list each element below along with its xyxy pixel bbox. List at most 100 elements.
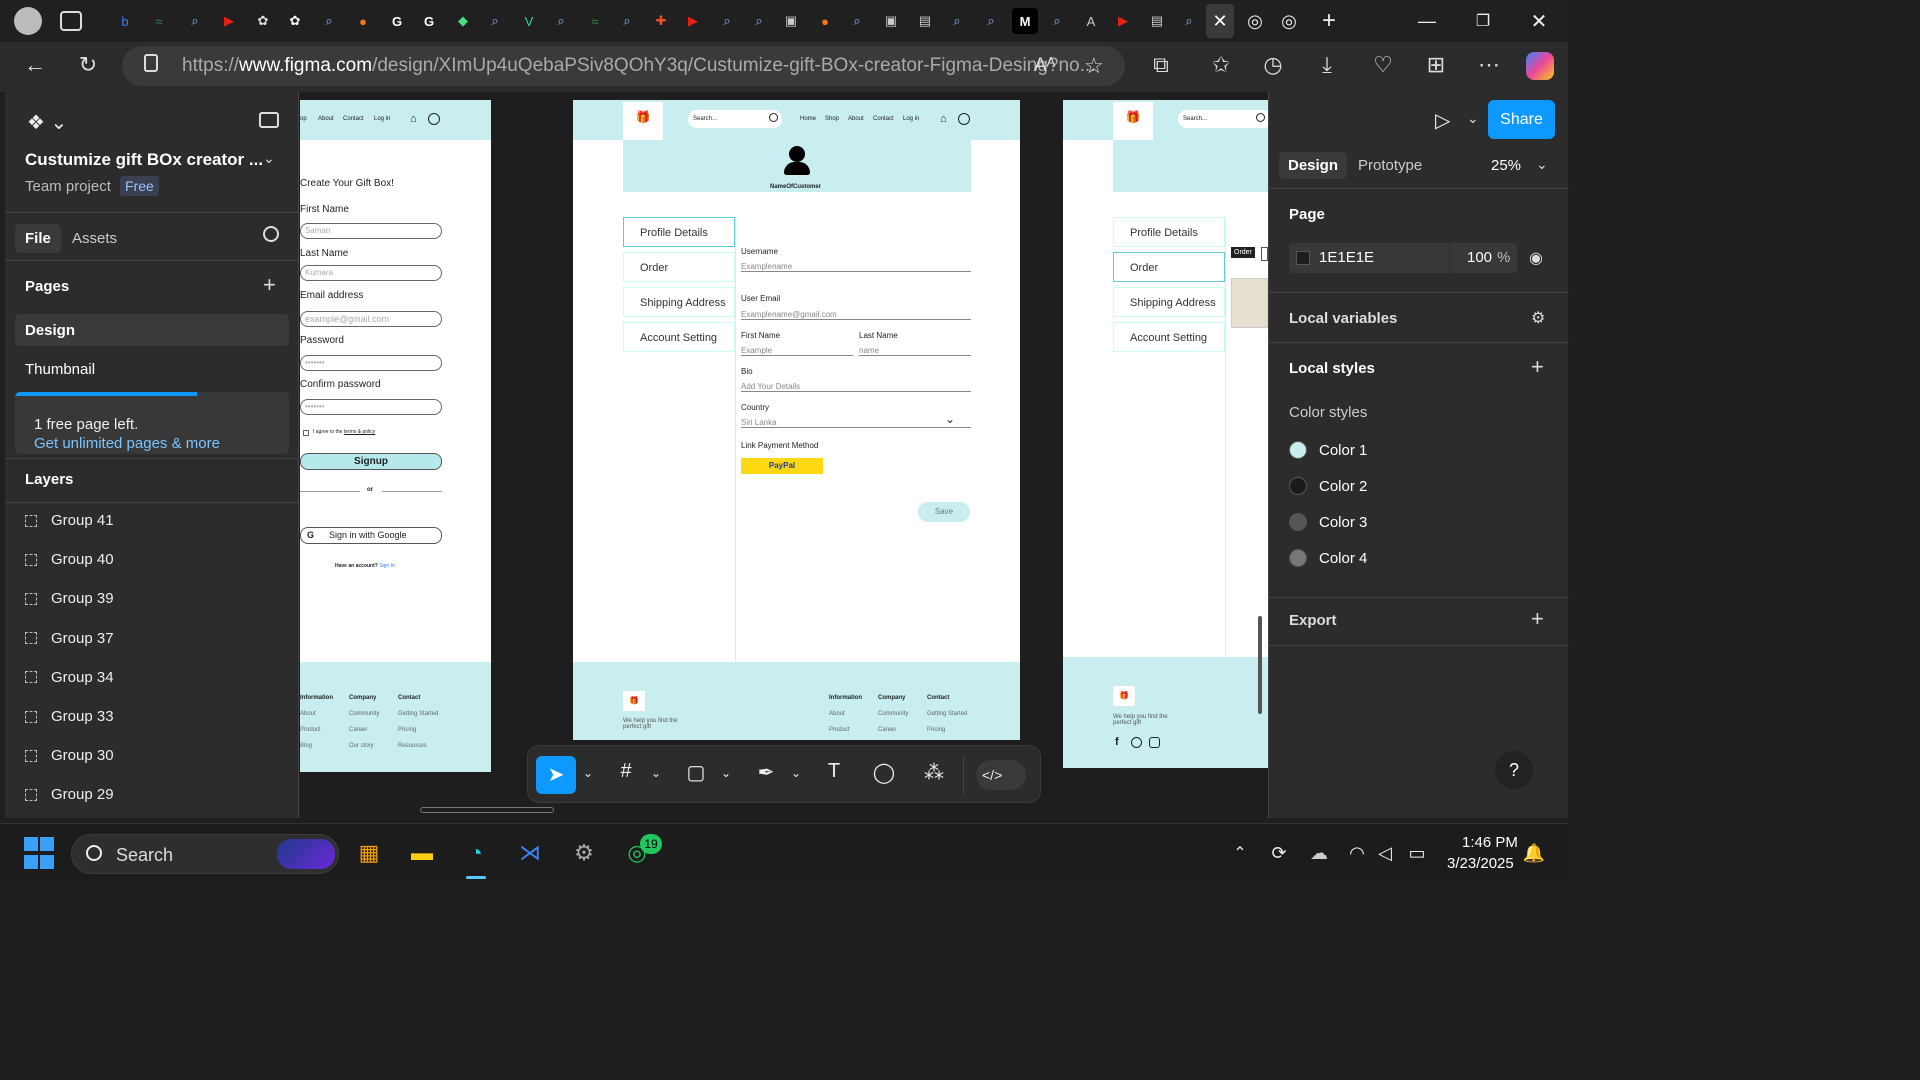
chevron-down-icon[interactable]: ⌄: [1536, 156, 1548, 173]
menu-order[interactable]: Order: [1113, 252, 1225, 282]
frame-signup[interactable]: op About Contact Log in ⌂ Create Your Gi…: [300, 100, 491, 772]
nav-shop[interactable]: Shop: [825, 116, 839, 122]
tab-favicon-turtle[interactable]: ◆: [450, 8, 476, 34]
layer-item[interactable]: Group 29: [25, 786, 114, 803]
page-color-hex[interactable]: 1E1E1E: [1319, 249, 1374, 266]
extensions-icon[interactable]: ⧉: [1146, 52, 1176, 78]
footer-link[interactable]: Career: [349, 727, 367, 733]
page-color-field[interactable]: 1E1E1E 100 %: [1289, 243, 1517, 273]
layer-item[interactable]: Group 30: [25, 747, 114, 764]
project-name[interactable]: Team project: [25, 178, 111, 195]
menu-profile-details[interactable]: Profile Details: [1113, 217, 1225, 247]
variables-settings-icon[interactable]: ⚙: [1531, 308, 1545, 328]
tab-favicon-chatgpt[interactable]: ✿: [250, 8, 276, 34]
signup-button[interactable]: Signup: [300, 453, 442, 470]
user-icon[interactable]: [428, 113, 440, 125]
clock-time[interactable]: 1:46 PM: [1462, 834, 1518, 851]
header-search-input[interactable]: Search...: [688, 110, 782, 128]
chevron-down-icon[interactable]: ⌄: [712, 766, 740, 780]
history-icon[interactable]: ◷: [1258, 52, 1288, 78]
notifications-bell-icon[interactable]: 🔔: [1517, 836, 1551, 870]
tab-file[interactable]: File: [15, 224, 61, 253]
tab-favicon-search[interactable]: ⌕: [316, 8, 342, 34]
whatsapp-icon[interactable]: [1131, 737, 1142, 748]
footer-link[interactable]: Career: [878, 727, 896, 733]
back-arrow-icon[interactable]: ←: [20, 52, 50, 78]
url-input[interactable]: https://www.figma.com/design/XImUp4uQeba…: [122, 46, 1125, 86]
chevron-down-icon[interactable]: ⌄: [782, 766, 810, 780]
footer-link[interactable]: Product: [300, 727, 321, 733]
tab-favicon-search[interactable]: ⌕: [548, 8, 574, 34]
page-opacity[interactable]: 100: [1467, 249, 1492, 266]
clock-date[interactable]: 3/23/2025: [1447, 855, 1514, 872]
bag-icon[interactable]: ⌂: [940, 113, 947, 125]
tab-favicon-search[interactable]: ⌕: [944, 8, 970, 34]
tab-favicon-youtube[interactable]: ▶: [1110, 8, 1136, 34]
color-style-swatch[interactable]: [1289, 441, 1307, 459]
sync-icon[interactable]: ⟳: [1262, 836, 1296, 870]
footer-link[interactable]: Community: [349, 711, 379, 717]
tab-favicon-chatgpt-active[interactable]: ✿: [282, 8, 308, 34]
comment-tool-icon[interactable]: ◯: [870, 760, 898, 785]
color-style-name[interactable]: Color 4: [1319, 550, 1367, 567]
tab-favicon-search[interactable]: ⌕: [482, 8, 508, 34]
menu-account-setting[interactable]: Account Setting: [623, 322, 735, 352]
layer-item[interactable]: Group 41: [25, 512, 114, 529]
layer-item[interactable]: Group 37: [25, 630, 114, 647]
upgrade-link[interactable]: Get unlimited pages & more: [34, 435, 220, 452]
first-name-input[interactable]: Example: [741, 346, 853, 356]
collections-icon[interactable]: ⊞: [1421, 52, 1451, 78]
order-checkbox[interactable]: [1261, 247, 1268, 261]
brand-logo[interactable]: 🎁: [623, 102, 663, 140]
edge-browser-icon[interactable]: ◔: [459, 836, 493, 870]
page-color-swatch[interactable]: [1296, 251, 1310, 265]
last-name-input[interactable]: Kumara: [300, 265, 442, 281]
favorites-icon[interactable]: ✩: [1206, 52, 1236, 78]
nav-contact[interactable]: Contact: [343, 116, 364, 122]
more-menu-icon[interactable]: ⋯: [1474, 52, 1504, 78]
tab-favicon-geeks[interactable]: ≈: [582, 8, 608, 34]
footer-link[interactable]: Community: [878, 711, 908, 717]
tab-favicon-search[interactable]: ⌕: [614, 8, 640, 34]
nav-shop[interactable]: op: [300, 116, 307, 122]
tab-favicon-vuetify[interactable]: V: [516, 8, 542, 34]
nav-home[interactable]: Home: [800, 116, 816, 122]
tab-favicon-document[interactable]: ▣: [778, 8, 804, 34]
terms-link[interactable]: terms & policy: [344, 429, 375, 435]
layer-item[interactable]: Group 39: [25, 590, 114, 607]
tab-favicon-google[interactable]: G: [416, 8, 442, 34]
present-play-icon[interactable]: ▷: [1435, 108, 1450, 133]
tab-favicon-bing[interactable]: b: [112, 8, 138, 34]
facebook-icon[interactable]: f: [1115, 736, 1119, 748]
color-style-name[interactable]: Color 2: [1319, 478, 1367, 495]
layer-item[interactable]: Group 40: [25, 551, 114, 568]
color-style-name[interactable]: Color 3: [1319, 514, 1367, 531]
dev-mode-toggle-icon[interactable]: </>: [976, 760, 1026, 790]
browser-essentials-icon[interactable]: ♡: [1368, 52, 1398, 78]
page-item-thumbnail[interactable]: Thumbnail: [25, 361, 95, 378]
text-tool-icon[interactable]: T: [820, 760, 848, 783]
frame-tool-icon[interactable]: #: [612, 760, 640, 783]
tab-favicon-search[interactable]: ⌕: [978, 8, 1004, 34]
window-close-icon[interactable]: ✕: [1526, 8, 1552, 34]
menu-order[interactable]: Order: [623, 252, 735, 282]
password-input[interactable]: •••••••: [300, 355, 442, 371]
color-style-name[interactable]: Color 1: [1319, 442, 1367, 459]
tab-favicon-search[interactable]: ⌕: [182, 8, 208, 34]
last-name-input[interactable]: name: [859, 346, 971, 356]
tab-favicon-globe[interactable]: ◎: [1242, 8, 1268, 34]
tab-prototype[interactable]: Prototype: [1358, 157, 1422, 174]
file-title[interactable]: Custumize gift BOx creator ...: [25, 150, 263, 170]
resources-tool-icon[interactable]: ⁂: [920, 760, 948, 785]
search-icon[interactable]: [1256, 113, 1265, 122]
footer-link[interactable]: Blog: [300, 743, 312, 749]
footer-link[interactable]: Resources: [398, 743, 427, 749]
tab-favicon-youtube[interactable]: ▶: [216, 8, 242, 34]
agree-checkbox[interactable]: [303, 430, 309, 436]
microsoft-store-icon[interactable]: ▦: [352, 836, 386, 870]
share-button[interactable]: Share: [1488, 100, 1555, 139]
user-icon[interactable]: [958, 113, 970, 125]
tab-favicon-google[interactable]: G: [384, 8, 410, 34]
show-hidden-icons-chevron-up-icon[interactable]: ⌃: [1223, 836, 1257, 870]
footer-link[interactable]: About: [829, 711, 845, 717]
